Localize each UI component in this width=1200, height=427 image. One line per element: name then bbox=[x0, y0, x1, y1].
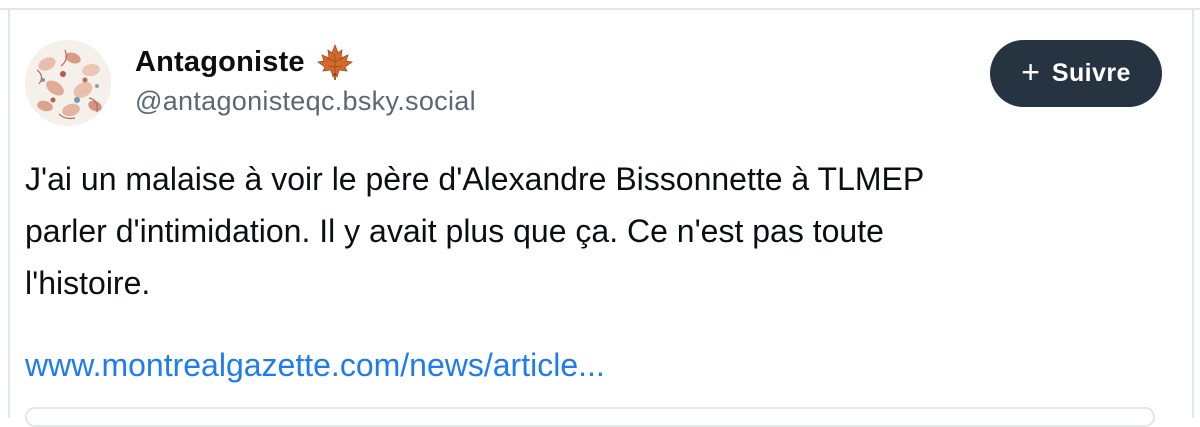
post-line: l'histoire. bbox=[25, 265, 151, 301]
maple-leaf-icon bbox=[315, 42, 355, 82]
avatar-illustration bbox=[25, 40, 111, 126]
link-preview-card[interactable] bbox=[25, 407, 1155, 427]
article-link[interactable]: www.montrealgazette.com/news/article... bbox=[25, 343, 605, 387]
card-top-border bbox=[0, 8, 1200, 10]
follow-button-label: Suivre bbox=[1051, 59, 1131, 87]
post-card: Antagoniste @antagonisteqc.bsky.social +… bbox=[0, 0, 1200, 427]
author-display-name[interactable]: Antagoniste bbox=[135, 46, 305, 79]
plus-icon: + bbox=[1021, 54, 1040, 90]
post-body: J'ai un malaise à voir le père d'Alexand… bbox=[25, 153, 1155, 309]
author-row: Antagoniste bbox=[135, 42, 355, 82]
card-right-border bbox=[1192, 8, 1194, 418]
avatar[interactable] bbox=[25, 40, 111, 126]
post-line: parler d'intimidation. Il y avait plus q… bbox=[25, 213, 884, 249]
card-left-border bbox=[8, 8, 10, 418]
post-line: J'ai un malaise à voir le père d'Alexand… bbox=[25, 161, 925, 197]
follow-button[interactable]: + Suivre bbox=[990, 40, 1162, 107]
author-handle[interactable]: @antagonisteqc.bsky.social bbox=[135, 86, 476, 117]
